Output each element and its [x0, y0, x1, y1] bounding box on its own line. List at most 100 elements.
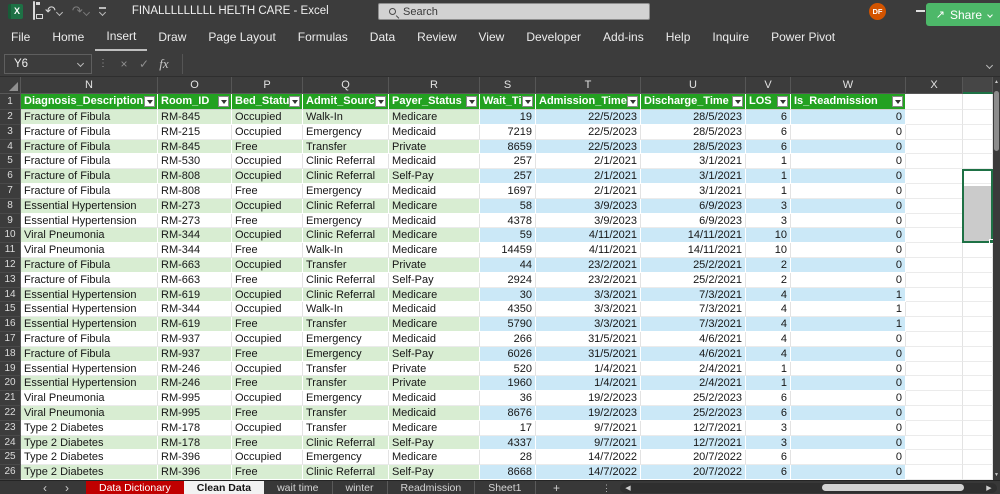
cell[interactable]: Transfer: [303, 317, 389, 332]
cell[interactable]: 9/7/2021: [536, 420, 641, 436]
cell[interactable]: Essential Hypertension: [21, 376, 158, 392]
cell[interactable]: [906, 110, 963, 125]
cell[interactable]: [963, 331, 993, 347]
sheet-tab-readmission[interactable]: Readmission: [388, 481, 476, 494]
cell[interactable]: 3/1/2021: [641, 154, 746, 170]
table-column-header[interactable]: Wait_Ti: [480, 94, 536, 110]
cell[interactable]: Self-Pay: [389, 169, 480, 184]
filter-button[interactable]: [289, 96, 300, 107]
cell[interactable]: RM-995: [158, 405, 232, 421]
cell[interactable]: 20/7/2022: [641, 465, 746, 480]
name-box[interactable]: Y6: [4, 53, 92, 74]
cell[interactable]: 3/9/2023: [536, 213, 641, 229]
cell[interactable]: Walk-In: [303, 243, 389, 258]
row-number[interactable]: 19: [0, 361, 21, 377]
cell[interactable]: Free: [232, 435, 303, 451]
cell[interactable]: Clinic Referral: [303, 435, 389, 451]
search-box[interactable]: Search: [378, 3, 650, 20]
cell[interactable]: Medicaid: [389, 405, 480, 421]
row-number[interactable]: 4: [0, 139, 21, 155]
cell[interactable]: 28/5/2023: [641, 124, 746, 140]
expand-formula-bar-button[interactable]: [978, 57, 1000, 71]
cell[interactable]: Transfer: [303, 139, 389, 155]
row-number[interactable]: 25: [0, 450, 21, 466]
cell[interactable]: 14/11/2021: [641, 243, 746, 258]
cell[interactable]: Emergency: [303, 213, 389, 229]
cell[interactable]: Medicare: [389, 287, 480, 303]
cell[interactable]: 5790: [480, 317, 536, 332]
sheet-nav-left-icon[interactable]: ‹: [34, 481, 56, 494]
cell[interactable]: Free: [232, 317, 303, 332]
cell[interactable]: Self-Pay: [389, 435, 480, 451]
row-number[interactable]: 11: [0, 243, 21, 258]
ribbon-tab-developer[interactable]: Developer: [515, 24, 592, 50]
cell[interactable]: 7219: [480, 124, 536, 140]
cell[interactable]: 2/4/2021: [641, 376, 746, 392]
cell[interactable]: 25/2/2023: [641, 405, 746, 421]
cell[interactable]: [906, 228, 963, 244]
ribbon-tab-page-layout[interactable]: Page Layout: [197, 24, 286, 50]
row-number[interactable]: 24: [0, 435, 21, 451]
row-number[interactable]: 16: [0, 317, 21, 332]
cell[interactable]: Fracture of Fibula: [21, 110, 158, 125]
cell[interactable]: Walk-In: [303, 302, 389, 318]
scroll-left-icon[interactable]: ◀: [620, 484, 636, 492]
cell[interactable]: Viral Pneumonia: [21, 405, 158, 421]
cell[interactable]: 1: [791, 287, 906, 303]
table-column-header[interactable]: Discharge_Time: [641, 94, 746, 110]
cell[interactable]: Essential Hypertension: [21, 361, 158, 377]
row-number[interactable]: 13: [0, 272, 21, 288]
row-number[interactable]: 9: [0, 213, 21, 229]
cell[interactable]: Occupied: [232, 198, 303, 214]
cell[interactable]: 58: [480, 198, 536, 214]
filter-button[interactable]: [375, 96, 386, 107]
cell[interactable]: Fracture of Fibula: [21, 139, 158, 155]
cell[interactable]: 0: [791, 124, 906, 140]
cell[interactable]: Medicaid: [389, 154, 480, 170]
cell[interactable]: [963, 243, 993, 258]
cell[interactable]: 31/5/2021: [536, 346, 641, 362]
share-button[interactable]: ↗ Share: [925, 3, 1000, 26]
save-button[interactable]: [33, 1, 35, 20]
cell[interactable]: RM-937: [158, 331, 232, 347]
cell[interactable]: 2/1/2021: [536, 154, 641, 170]
cell[interactable]: Type 2 Diabetes: [21, 435, 158, 451]
cell[interactable]: Essential Hypertension: [21, 317, 158, 332]
cell[interactable]: RM-663: [158, 257, 232, 273]
customize-qat-button[interactable]: [98, 7, 107, 16]
select-all-button[interactable]: [0, 77, 21, 94]
row-number[interactable]: 12: [0, 257, 21, 273]
cell[interactable]: [963, 302, 993, 318]
cell[interactable]: 4/11/2021: [536, 243, 641, 258]
column-header-y[interactable]: [963, 77, 993, 94]
cell[interactable]: 28: [480, 450, 536, 466]
cell[interactable]: Private: [389, 257, 480, 273]
horizontal-scroll-thumb[interactable]: [822, 484, 964, 491]
cell[interactable]: Emergency: [303, 450, 389, 466]
row-number[interactable]: 18: [0, 346, 21, 362]
cell[interactable]: Essential Hypertension: [21, 302, 158, 318]
cell[interactable]: Occupied: [232, 154, 303, 170]
cell[interactable]: 1: [746, 169, 791, 184]
cell[interactable]: 4: [746, 302, 791, 318]
cell[interactable]: 6: [746, 124, 791, 140]
cell[interactable]: RM-619: [158, 317, 232, 332]
cell[interactable]: Clinic Referral: [303, 198, 389, 214]
cell[interactable]: 6: [746, 110, 791, 125]
row-number[interactable]: 20: [0, 376, 21, 392]
cell[interactable]: 12/7/2021: [641, 420, 746, 436]
cell[interactable]: 1: [746, 154, 791, 170]
cell[interactable]: Emergency: [303, 124, 389, 140]
cell[interactable]: 1960: [480, 376, 536, 392]
formula-input[interactable]: [182, 53, 978, 74]
cell[interactable]: 1697: [480, 183, 536, 199]
vertical-scroll-thumb[interactable]: [994, 91, 999, 151]
cell[interactable]: Clinic Referral: [303, 287, 389, 303]
cell[interactable]: 0: [791, 198, 906, 214]
cell[interactable]: 1: [791, 317, 906, 332]
cell[interactable]: 2924: [480, 272, 536, 288]
cell[interactable]: 10: [746, 228, 791, 244]
cell[interactable]: Clinic Referral: [303, 154, 389, 170]
table-column-header[interactable]: Payer_Status: [389, 94, 480, 110]
cell[interactable]: 520: [480, 361, 536, 377]
